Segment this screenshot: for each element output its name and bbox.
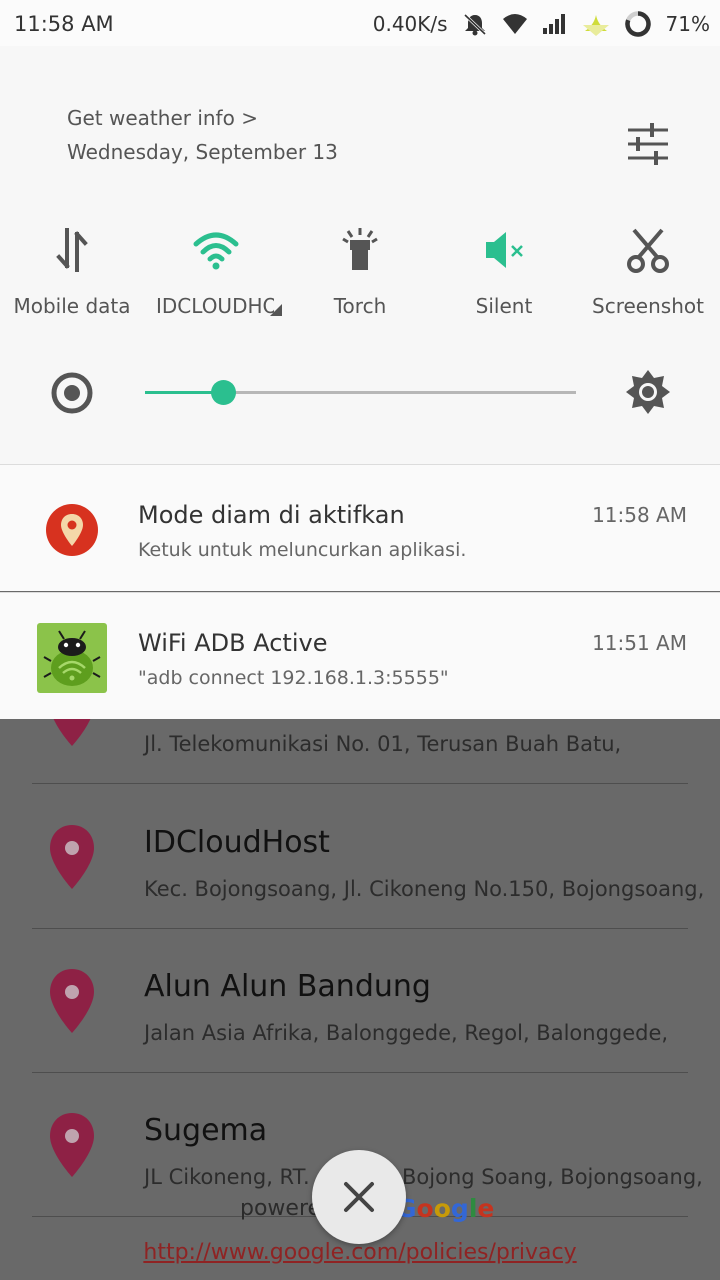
place-address: Kec. Bojongsoang, Jl. Cikoneng No.150, B… (144, 877, 705, 901)
place-list-item[interactable]: IDCloudHost Kec. Bojongsoang, Jl. Cikone… (32, 785, 704, 929)
close-icon (344, 1182, 374, 1212)
date-label: Wednesday, September 13 (67, 140, 338, 164)
map-pin-icon (50, 969, 94, 1033)
wifi-signal-icon (502, 14, 527, 34)
app-notification-icon (582, 15, 609, 36)
wifi-icon (193, 232, 239, 270)
brightness-slider-thumb[interactable] (210, 380, 236, 405)
weather-link[interactable]: Get weather info > (67, 106, 258, 130)
bug-app-icon (37, 623, 107, 693)
google-logo: Google (396, 1194, 494, 1223)
tile-silent[interactable]: Silent (432, 226, 576, 336)
wifi-dropdown-caret-icon[interactable] (270, 304, 282, 316)
notification-text: "adb connect 192.168.1.3:5555" (138, 667, 449, 689)
place-title: Sugema (144, 1113, 268, 1148)
notification-text: Ketuk untuk meluncurkan aplikasi. (138, 539, 467, 561)
tile-label: Torch (333, 294, 387, 318)
google-letter: o (433, 1194, 451, 1223)
tile-label: Silent (475, 294, 533, 318)
quick-settings-panel: Get weather info > Wednesday, September … (0, 46, 720, 464)
battery-percent: 71% (665, 12, 710, 36)
tile-wifi[interactable]: IDCLOUDHOST (144, 226, 288, 336)
map-pin-icon (50, 1113, 94, 1177)
status-time: 11:58 AM (14, 12, 114, 36)
notification-title: WiFi ADB Active (138, 629, 328, 657)
place-address-tail: Bojong Soang, Bojongsoang, (402, 1165, 703, 1189)
silent-icon (486, 232, 523, 268)
notification-time: 11:51 AM (592, 631, 687, 655)
tile-label: Screenshot (592, 294, 704, 318)
tile-label: IDCLOUDHOST (156, 294, 274, 318)
place-address: Jl. Telekomunikasi No. 01, Terusan Buah … (144, 732, 622, 756)
notification-mode-diam[interactable]: Mode diam di aktifkan Ketuk untuk melunc… (0, 464, 720, 591)
tile-torch[interactable]: Torch (288, 226, 432, 336)
notifications-muted-icon (463, 13, 486, 36)
close-button[interactable] (312, 1150, 406, 1244)
scissors-icon (627, 228, 669, 273)
battery-ring-icon (624, 11, 651, 37)
tile-mobile-data[interactable]: Mobile data (0, 226, 144, 336)
notification-wifi-adb[interactable]: WiFi ADB Active "adb connect 192.168.1.3… (0, 592, 720, 719)
network-speed: 0.40K/s (372, 12, 448, 36)
place-title: IDCloudHost (144, 825, 330, 860)
status-bar: 11:58 AM 0.40K/s 71% (0, 0, 720, 46)
tile-label: Mobile data (13, 294, 131, 318)
location-pin-app-icon (46, 504, 98, 556)
notification-time: 11:58 AM (592, 503, 687, 527)
map-pin-icon (50, 825, 94, 889)
mobile-data-icon (56, 228, 88, 272)
brightness-slider[interactable] (145, 380, 576, 405)
place-address: JL Cikoneng, RT. (144, 1165, 310, 1189)
settings-sliders-icon[interactable] (622, 122, 674, 166)
place-list-item[interactable]: Alun Alun Bandung Jalan Asia Afrika, Bal… (32, 929, 688, 1073)
google-letter: o (416, 1194, 434, 1223)
google-letter: e (477, 1194, 495, 1223)
status-icons: 0.40K/s 71% (373, 8, 710, 40)
place-title: Alun Alun Bandung (144, 969, 431, 1004)
brightness-sun-icon (626, 370, 670, 414)
brightness-control (0, 364, 720, 424)
auto-brightness-icon[interactable] (50, 371, 94, 415)
quick-toggles: Mobile data IDCLOUDHOST (0, 226, 720, 346)
notification-title: Mode diam di aktifkan (138, 501, 405, 529)
torch-icon (342, 228, 378, 270)
tile-screenshot[interactable]: Screenshot (576, 226, 720, 336)
place-address: Jalan Asia Afrika, Balonggede, Regol, Ba… (144, 1021, 669, 1045)
google-letter: g (450, 1194, 469, 1223)
cellular-signal-icon (542, 14, 565, 34)
